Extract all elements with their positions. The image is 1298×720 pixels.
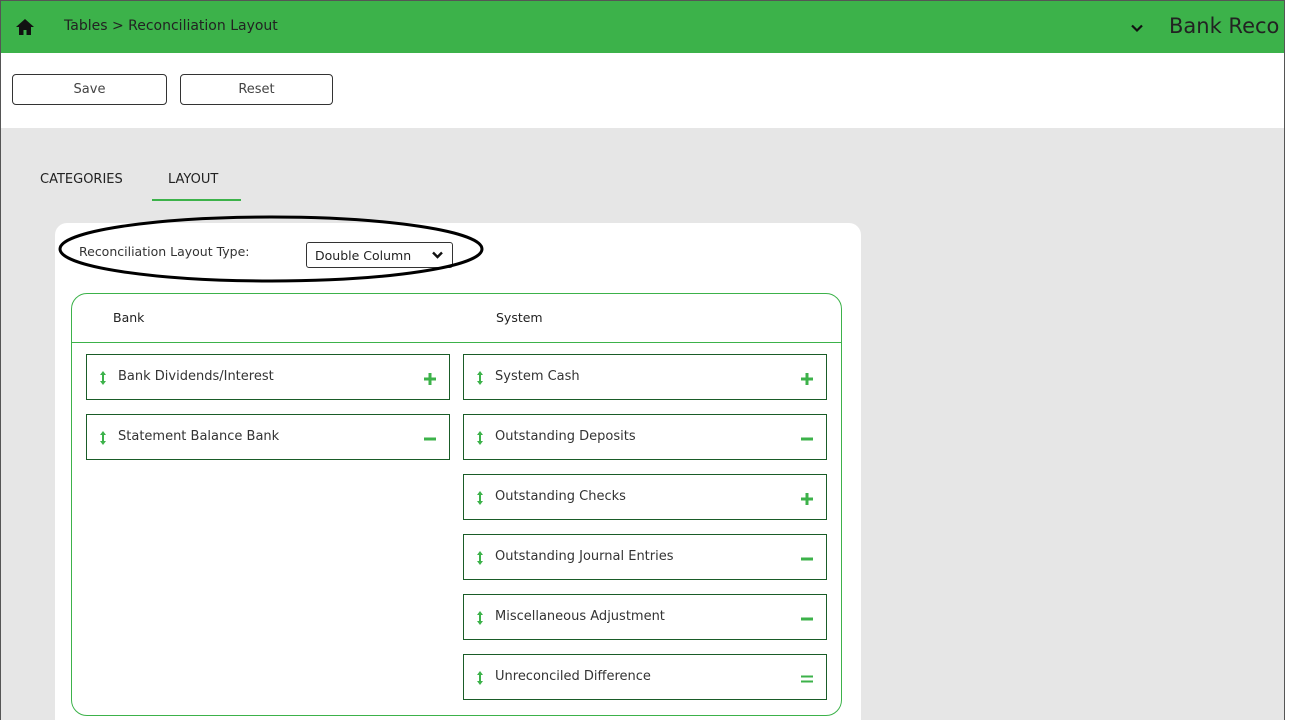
save-button[interactable]: Save <box>12 74 167 105</box>
bank-item[interactable]: Statement Balance Bank <box>86 414 450 460</box>
drag-handle-icon[interactable] <box>477 610 483 625</box>
layout-type-value: Double Column <box>315 247 412 263</box>
active-tab-indicator <box>152 199 241 201</box>
item-label: Unreconciled Difference <box>495 669 651 684</box>
app-frame: Tables > Reconciliation Layout Bank Reco… <box>0 0 1285 720</box>
item-label: Bank Dividends/Interest <box>118 369 274 384</box>
item-label: System Cash <box>495 369 580 384</box>
plus-icon[interactable] <box>800 371 814 385</box>
system-item[interactable]: Outstanding Deposits <box>463 414 827 460</box>
item-label: Outstanding Journal Entries <box>495 549 674 564</box>
equals-icon[interactable] <box>800 671 814 685</box>
plus-icon[interactable] <box>423 371 437 385</box>
reset-button[interactable]: Reset <box>180 74 333 105</box>
panel-divider <box>71 342 842 343</box>
breadcrumb[interactable]: Tables > Reconciliation Layout <box>64 18 278 34</box>
system-item[interactable]: Miscellaneous Adjustment <box>463 594 827 640</box>
minus-icon[interactable] <box>800 611 814 625</box>
toolbar: Save Reset <box>1 53 1284 128</box>
system-item[interactable]: Unreconciled Difference <box>463 654 827 700</box>
top-bar: Tables > Reconciliation Layout Bank Reco <box>1 1 1284 53</box>
drag-handle-icon[interactable] <box>477 430 483 445</box>
drag-handle-icon[interactable] <box>477 670 483 685</box>
system-item[interactable]: Outstanding Checks <box>463 474 827 520</box>
chevron-down-icon[interactable] <box>1129 20 1145 36</box>
minus-icon[interactable] <box>423 431 437 445</box>
bank-item[interactable]: Bank Dividends/Interest <box>86 354 450 400</box>
item-label: Outstanding Checks <box>495 489 626 504</box>
layout-type-select[interactable]: Double Column <box>306 242 453 268</box>
chevron-down-icon <box>431 249 444 261</box>
drag-handle-icon[interactable] <box>477 550 483 565</box>
item-label: Statement Balance Bank <box>118 429 280 444</box>
plus-icon[interactable] <box>800 491 814 505</box>
drag-handle-icon[interactable] <box>477 490 483 505</box>
layout-type-label: Reconciliation Layout Type: <box>79 244 250 259</box>
tab-categories[interactable]: CATEGORIES <box>40 172 123 187</box>
item-label: Miscellaneous Adjustment <box>495 609 665 624</box>
drag-handle-icon[interactable] <box>100 370 106 385</box>
item-label: Outstanding Deposits <box>495 429 636 444</box>
system-item[interactable]: Outstanding Journal Entries <box>463 534 827 580</box>
drag-handle-icon[interactable] <box>100 430 106 445</box>
minus-icon[interactable] <box>800 551 814 565</box>
column-header-system: System <box>496 310 543 325</box>
column-header-bank: Bank <box>113 310 145 325</box>
app-title: Bank Reco <box>1169 14 1280 38</box>
home-icon[interactable] <box>15 18 35 36</box>
minus-icon[interactable] <box>800 431 814 445</box>
tab-layout[interactable]: LAYOUT <box>168 172 218 187</box>
system-item[interactable]: System Cash <box>463 354 827 400</box>
drag-handle-icon[interactable] <box>477 370 483 385</box>
